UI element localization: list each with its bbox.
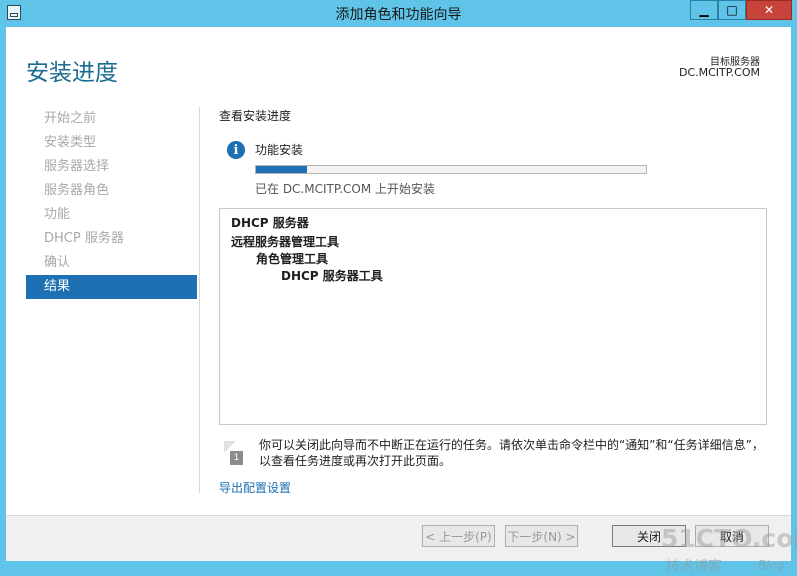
export-settings-link[interactable]: 导出配置设置: [219, 479, 291, 496]
nav-item-confirmation[interactable]: 确认: [26, 251, 197, 275]
page-title: 安装进度: [26, 60, 118, 86]
notification-flag-icon: 1: [224, 441, 244, 466]
info-icon: i: [227, 141, 245, 159]
progress-bar: [255, 165, 647, 174]
result-item-dhcp-tools: DHCP 服务器工具: [281, 269, 383, 283]
watermark-blog: Blog: [758, 558, 785, 572]
notification-count: 1: [230, 451, 243, 465]
result-item-dhcp-server: DHCP 服务器: [231, 216, 309, 230]
close-window-button[interactable]: ✕: [746, 0, 792, 20]
minimize-button[interactable]: ▁: [690, 0, 718, 20]
nav-item-server-selection[interactable]: 服务器选择: [26, 155, 197, 179]
result-item-rsat: 远程服务器管理工具: [231, 235, 340, 249]
nav-item-before-you-begin[interactable]: 开始之前: [26, 107, 197, 131]
window-title: 添加角色和功能向导: [335, 7, 462, 23]
nav-item-server-roles[interactable]: 服务器角色: [26, 179, 197, 203]
nav-item-features[interactable]: 功能: [26, 203, 197, 227]
next-button[interactable]: 下一步(N) >: [505, 525, 578, 547]
results-list[interactable]: DHCP 服务器 远程服务器管理工具 角色管理工具 DHCP 服务器工具: [219, 208, 767, 425]
progress-fill: [256, 166, 307, 173]
status-label: 功能安装: [255, 143, 304, 157]
watermark-subtitle: 技术博客: [666, 559, 722, 575]
result-item-role-admin-tools: 角色管理工具: [256, 252, 329, 266]
watermark-logo: 51CTO.com: [661, 524, 797, 553]
wizard-nav: 开始之前 安装类型 服务器选择 服务器角色 功能 DHCP 服务器 确认 结果: [26, 107, 197, 299]
info-note: 你可以关闭此向导而不中断正在运行的任务。请依次单击命令栏中的“通知”和“任务详细…: [259, 438, 764, 468]
previous-button[interactable]: < 上一步(P): [422, 525, 495, 547]
title-bar: 添加角色和功能向导 ▁ □ ✕: [0, 0, 797, 27]
maximize-button[interactable]: □: [718, 0, 746, 20]
nav-item-installation-type[interactable]: 安装类型: [26, 131, 197, 155]
wizard-body: 安装进度 目标服务器 DC.MCITP.COM 开始之前 安装类型 服务器选择 …: [6, 27, 797, 575]
progress-status-text: 已在 DC.MCITP.COM 上开始安装: [255, 182, 436, 196]
nav-divider: [199, 107, 200, 493]
target-server-value: DC.MCITP.COM: [678, 66, 760, 79]
section-title: 查看安装进度: [219, 109, 292, 123]
nav-item-dhcp-server[interactable]: DHCP 服务器: [26, 227, 197, 251]
nav-item-results[interactable]: 结果: [26, 275, 197, 299]
